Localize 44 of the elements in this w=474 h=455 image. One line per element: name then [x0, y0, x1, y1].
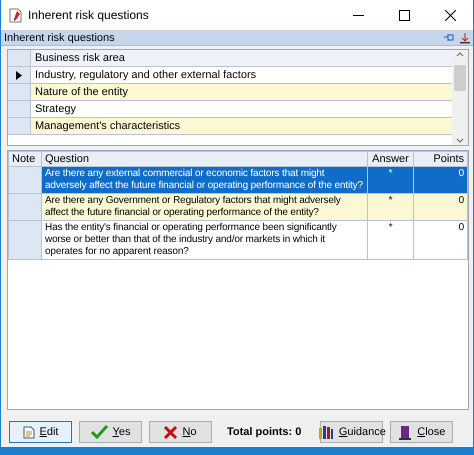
dock-icon[interactable]	[459, 32, 471, 44]
column-header: Note	[8, 152, 42, 166]
edit-button[interactable]: Edit	[9, 421, 72, 443]
column-header: Points	[414, 152, 468, 166]
document-icon	[9, 8, 22, 22]
close-icon[interactable]	[444, 10, 456, 20]
scroll-up-icon[interactable]	[456, 50, 464, 58]
minimize-icon[interactable]	[352, 14, 364, 16]
window-title: Inherent risk questions	[28, 8, 150, 22]
total-points: Total points: 0	[227, 426, 302, 438]
points-cell: 0	[414, 166, 468, 194]
points-cell: 0	[414, 194, 468, 220]
scroll-thumb[interactable]	[454, 64, 466, 90]
note-cell[interactable]	[8, 220, 42, 260]
table-cell[interactable]: Nature of the entity	[31, 84, 452, 100]
document-icon	[22, 426, 35, 438]
panel-title: Inherent risk questions	[4, 32, 116, 44]
answer-cell[interactable]: *	[368, 194, 414, 220]
books-icon	[318, 425, 334, 439]
row-pointer[interactable]	[8, 67, 31, 83]
scroll-down-icon[interactable]	[456, 137, 464, 145]
column-header: Business risk area	[31, 50, 452, 66]
guidance-button[interactable]: Guidance	[320, 421, 384, 443]
note-cell[interactable]	[8, 166, 42, 194]
yes-button[interactable]: Yes	[79, 421, 142, 443]
points-cell: 0	[414, 220, 468, 260]
pin-icon[interactable]	[443, 32, 455, 43]
column-header: Question	[42, 152, 368, 166]
door-icon	[398, 424, 412, 440]
question-cell[interactable]: Has the entity's financial or operating performance been significantly worse or better than that of the industry and/or markets in which it operates for no apparent reason?	[42, 220, 368, 260]
answer-cell[interactable]: *	[368, 166, 414, 194]
checkmark-icon	[90, 425, 108, 439]
table-cell[interactable]: Management's characteristics	[31, 118, 452, 134]
maximize-icon[interactable]	[398, 10, 410, 20]
cross-icon	[164, 426, 178, 438]
answer-cell[interactable]: *	[368, 220, 414, 260]
column-header: Answer	[368, 152, 414, 166]
scrollbar[interactable]	[452, 50, 468, 145]
question-cell[interactable]: Are there any Government or Regulatory factors that might adversely affect the future financial or operating performance of the entity?	[42, 194, 368, 220]
pointer-icon	[16, 70, 22, 80]
close-button[interactable]: Close	[390, 421, 454, 443]
question-cell[interactable]: Are there any external commercial or economic factors that might adversely affect the future financial or operating performance of the entity?	[42, 166, 368, 194]
note-cell[interactable]	[8, 194, 42, 220]
no-button[interactable]: No	[149, 421, 212, 443]
